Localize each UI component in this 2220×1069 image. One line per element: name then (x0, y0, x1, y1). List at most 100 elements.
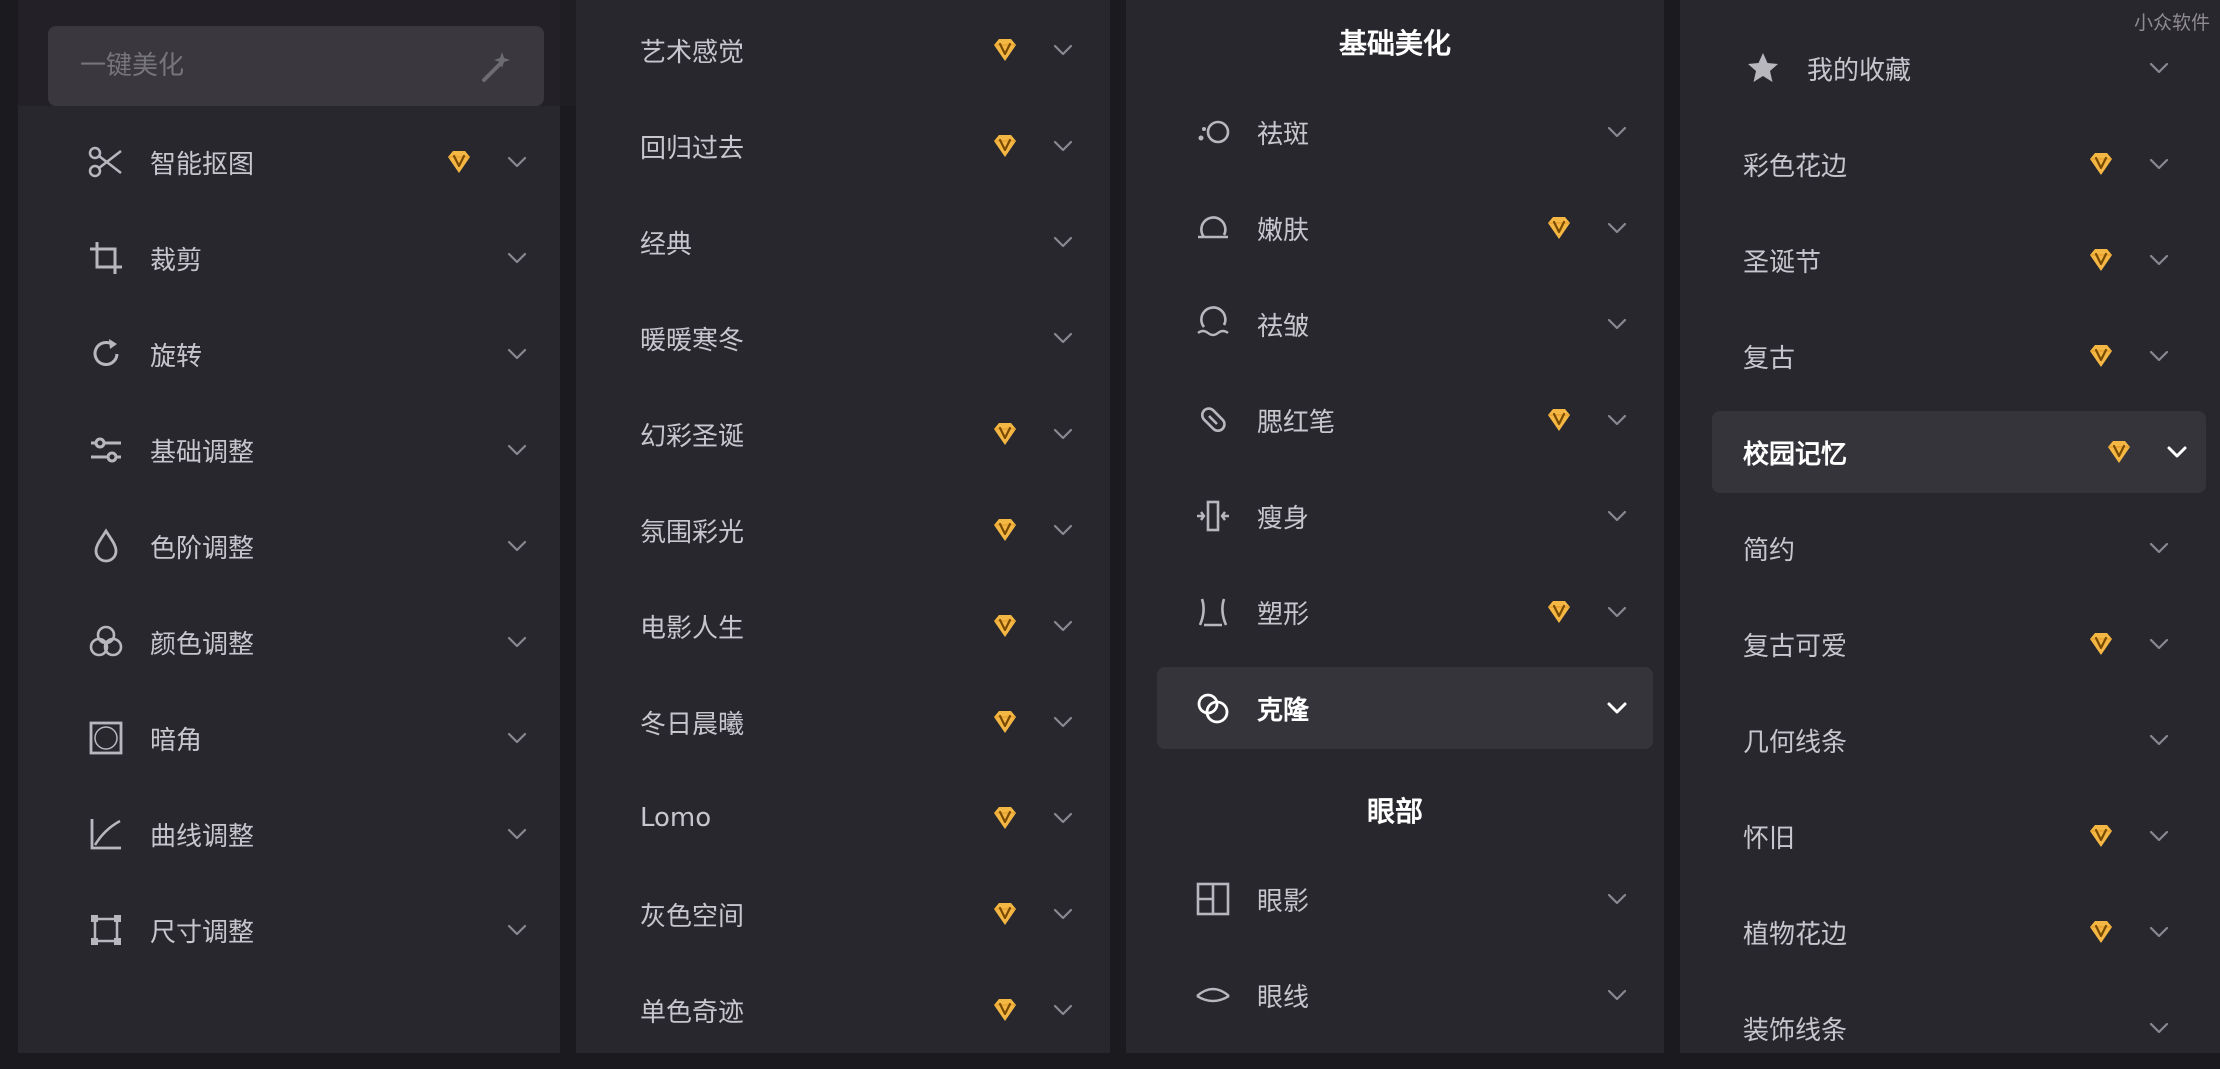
chevron-down-icon[interactable] (1604, 695, 1630, 721)
frame-item[interactable]: 复古可爱 (1680, 603, 2220, 685)
tool-item[interactable]: 曲线调整 (18, 793, 560, 875)
tool-item[interactable]: 尺寸调整 (18, 889, 560, 971)
chevron-down-icon[interactable] (1050, 133, 1076, 159)
chevron-down-icon[interactable] (504, 341, 530, 367)
chevron-down-icon[interactable] (2146, 1015, 2172, 1041)
beauty-item[interactable]: 塑形 (1126, 571, 1664, 653)
beauty-item[interactable]: 祛斑 (1126, 91, 1664, 173)
tool-item[interactable]: 暗角 (18, 697, 560, 779)
search-input[interactable] (78, 50, 478, 82)
frame-item[interactable]: 校园记忆 (1712, 411, 2206, 493)
frame-item[interactable]: 植物花边 (1680, 891, 2220, 973)
frame-item[interactable]: 复古 (1680, 315, 2220, 397)
chevron-down-icon[interactable] (2146, 55, 2172, 81)
frame-item[interactable]: 我的收藏 (1680, 27, 2220, 109)
chevron-down-icon[interactable] (1604, 982, 1630, 1008)
chevron-down-icon[interactable] (2146, 919, 2172, 945)
tool-item[interactable]: 裁剪 (18, 217, 560, 299)
chevron-down-icon[interactable] (1050, 517, 1076, 543)
filter-item-label: 暖暖寒冬 (640, 325, 745, 356)
chevron-down-icon[interactable] (504, 821, 530, 847)
chevron-down-icon[interactable] (1604, 886, 1630, 912)
frame-item[interactable]: 怀旧 (1680, 795, 2220, 877)
chevron-down-icon[interactable] (2146, 631, 2172, 657)
filter-item[interactable]: 灰色空间 (576, 873, 1110, 955)
tool-item[interactable]: 旋转 (18, 313, 560, 395)
chevron-down-icon[interactable] (1050, 37, 1076, 63)
chevron-down-icon[interactable] (2146, 535, 2172, 561)
chevron-down-icon[interactable] (1604, 215, 1630, 241)
tool-item[interactable]: 智能抠图 (18, 121, 560, 203)
reshape-icon (1193, 592, 1233, 632)
chevron-down-icon[interactable] (1050, 709, 1076, 735)
filter-item-label: 氛围彩光 (640, 517, 745, 548)
chevron-down-icon[interactable] (1050, 421, 1076, 447)
chevron-down-icon[interactable] (1050, 805, 1076, 831)
eye-item[interactable]: 眼线 (1126, 954, 1664, 1036)
tool-item-label: 基础调整 (150, 437, 255, 468)
frame-item[interactable]: 简约 (1680, 507, 2220, 589)
filter-item[interactable]: Lomo (576, 777, 1110, 859)
filter-item[interactable]: 氛围彩光 (576, 489, 1110, 571)
filter-item[interactable]: 艺术感觉 (576, 9, 1110, 91)
filter-item[interactable]: 回归过去 (576, 105, 1110, 187)
frame-item[interactable]: 装饰线条 (1680, 987, 2220, 1069)
chevron-down-icon[interactable] (1604, 503, 1630, 529)
frame-item[interactable]: 几何线条 (1680, 699, 2220, 781)
chevron-down-icon[interactable] (1604, 119, 1630, 145)
filter-item[interactable]: 幻彩圣诞 (576, 393, 1110, 475)
vip-diamond-icon (2086, 341, 2116, 371)
beauty-item[interactable]: 瘦身 (1126, 475, 1664, 557)
chevron-down-icon[interactable] (1050, 325, 1076, 351)
chevron-down-icon[interactable] (2164, 439, 2190, 465)
filter-item[interactable]: 单色奇迹 (576, 969, 1110, 1051)
chevron-down-icon[interactable] (1050, 997, 1076, 1023)
chevron-down-icon[interactable] (2146, 823, 2172, 849)
frame-item[interactable]: 圣诞节 (1680, 219, 2220, 301)
filter-item[interactable]: 暖暖寒冬 (576, 297, 1110, 379)
tool-item[interactable]: 基础调整 (18, 409, 560, 491)
vip-diamond-icon (2086, 821, 2116, 851)
chevron-down-icon[interactable] (504, 533, 530, 559)
chevron-down-icon[interactable] (2146, 151, 2172, 177)
chevron-down-icon[interactable] (2146, 343, 2172, 369)
chevron-down-icon[interactable] (504, 725, 530, 751)
filter-item-label: 冬日晨曦 (640, 709, 745, 740)
eye-item[interactable]: 眼影 (1126, 858, 1664, 940)
tool-item-label: 色阶调整 (150, 533, 255, 564)
beauty-item[interactable]: 嫩肤 (1126, 187, 1664, 269)
chevron-down-icon[interactable] (1604, 407, 1630, 433)
beauty-item-label: 祛皱 (1257, 311, 1310, 342)
beauty-item[interactable]: 祛皱 (1126, 283, 1664, 365)
tool-item[interactable]: 颜色调整 (18, 601, 560, 683)
clone-icon (1193, 688, 1233, 728)
one-click-beautify-search[interactable] (48, 26, 544, 106)
filter-item-label: 幻彩圣诞 (640, 421, 745, 452)
chevron-down-icon[interactable] (1604, 311, 1630, 337)
scissors-icon (86, 142, 126, 182)
filter-item[interactable]: 冬日晨曦 (576, 681, 1110, 763)
tool-item[interactable]: 色阶调整 (18, 505, 560, 587)
vip-diamond-icon (990, 419, 1020, 449)
chevron-down-icon[interactable] (504, 245, 530, 271)
chevron-down-icon[interactable] (1050, 613, 1076, 639)
filter-item[interactable]: 电影人生 (576, 585, 1110, 667)
chevron-down-icon[interactable] (1604, 599, 1630, 625)
chevron-down-icon[interactable] (504, 629, 530, 655)
magic-wand-icon[interactable] (478, 48, 514, 84)
beauty-item[interactable]: 克隆 (1157, 667, 1653, 749)
chevron-down-icon[interactable] (504, 437, 530, 463)
section-title-basic: 基础美化 (1338, 27, 1451, 60)
chevron-down-icon[interactable] (2146, 247, 2172, 273)
chevron-down-icon[interactable] (504, 917, 530, 943)
vip-diamond-icon (2104, 437, 2134, 467)
chevron-down-icon[interactable] (2146, 727, 2172, 753)
filter-item[interactable]: 经典 (576, 201, 1110, 283)
beauty-item[interactable]: 腮红笔 (1126, 379, 1664, 461)
chevron-down-icon[interactable] (504, 149, 530, 175)
chevron-down-icon[interactable] (1050, 229, 1076, 255)
chevron-down-icon[interactable] (1050, 901, 1076, 927)
frame-item[interactable]: 彩色花边 (1680, 123, 2220, 205)
vip-diamond-icon (990, 611, 1020, 641)
tool-item-label: 裁剪 (150, 245, 203, 276)
